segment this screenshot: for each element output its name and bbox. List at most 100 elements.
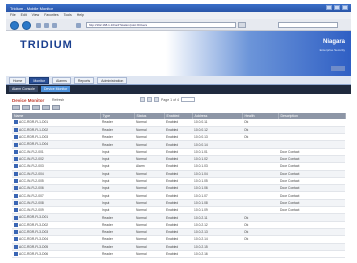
table-cell: ACC-RDR-FL3-D02: [12, 221, 100, 229]
table-cell: Enabled: [164, 119, 192, 127]
table-cell: Ok: [242, 119, 278, 127]
table-row[interactable]: ACC-RDR-FL3-D02 Reader Normal Enabled 10.0.2…: [12, 221, 345, 229]
sub-device-monitor[interactable]: Device Monitor: [40, 86, 71, 92]
table-cell: 10.0.1.07: [192, 191, 242, 200]
table-row[interactable]: ACC-RDR-FL1-D03 Reader Normal Enabled 10.0.0…: [12, 133, 345, 142]
table-row[interactable]: ACC-RDR-FL3-D01 Reader Normal Enabled 10.0.2…: [12, 213, 345, 222]
table-cell: 10.0.2.12: [192, 221, 242, 229]
table-row[interactable]: ACC-IN-FL2-009 Input Normal Enabled 10.0.1.0…: [12, 206, 345, 215]
menu-favorites[interactable]: Favorites: [44, 13, 58, 18]
device-name[interactable]: ACC-RDR-FL3-D03: [19, 230, 48, 234]
table-cell: Normal: [134, 199, 164, 208]
table-row[interactable]: ACC-IN-FL2-005 Input Normal Enabled 10.0.1.0…: [12, 177, 345, 186]
device-icon: [14, 244, 18, 249]
table-cell: Input: [100, 148, 134, 157]
page-title: Device Monitor: [12, 98, 45, 103]
minimize-icon[interactable]: [326, 5, 332, 10]
refresh-link[interactable]: Refresh: [52, 98, 64, 102]
go-button[interactable]: [238, 22, 246, 28]
device-name[interactable]: ACC-RDR-FL3-D06: [19, 252, 48, 256]
print-button[interactable]: [42, 105, 50, 110]
table-cell: Input: [100, 162, 134, 171]
table-cell: ACC-RDR-FL3-D04: [12, 235, 100, 244]
tab-home[interactable]: Home: [9, 77, 27, 84]
refresh-icon[interactable]: [36, 23, 41, 28]
close-icon[interactable]: [342, 5, 348, 10]
table-cell: 10.0.1.05: [192, 177, 242, 186]
table-cell: [242, 155, 278, 164]
device-name[interactable]: ACC-RDR-FL3-D04: [19, 237, 48, 241]
menu-help[interactable]: Help: [77, 13, 84, 18]
table-cell: Normal: [134, 213, 164, 222]
table-cell: Input: [100, 155, 134, 164]
table-row[interactable]: ACC-RDR-FL1-D04 Reader Normal Enabled 10.0.0…: [12, 140, 345, 149]
device-name[interactable]: ACC-IN-FL2-005: [19, 179, 44, 183]
table-cell: ACC-RDR-FL1-D03: [12, 133, 100, 142]
first-page-button[interactable]: [140, 97, 145, 102]
menu-tools[interactable]: Tools: [64, 13, 72, 18]
device-name[interactable]: ACC-IN-FL2-004: [19, 172, 44, 176]
address-bar[interactable]: http://192.168.1.10/ord?station:|slot:/D…: [86, 22, 236, 28]
back-icon[interactable]: [10, 21, 19, 30]
device-icon: [14, 222, 18, 227]
tab-alarms[interactable]: Alarms: [52, 77, 71, 84]
device-name[interactable]: ACC-IN-FL2-007: [19, 194, 44, 198]
home-icon[interactable]: [52, 23, 57, 28]
device-name[interactable]: ACC-IN-FL2-001: [19, 150, 44, 154]
device-name[interactable]: ACC-IN-FL2-006: [19, 186, 44, 190]
sub-alarm-console[interactable]: Alarm Console: [9, 86, 38, 92]
table-cell: Input: [100, 177, 134, 186]
table-cell: 10.0.1.08: [192, 199, 242, 208]
table-row[interactable]: ACC-IN-FL2-001 Input Normal Enabled 10.0.1.0…: [12, 148, 345, 157]
table-cell: 10.0.2.16: [192, 250, 242, 259]
table-row[interactable]: ACC-IN-FL2-008 Input Normal Enabled 10.0.1.0…: [12, 199, 345, 208]
table-cell: Normal: [134, 170, 164, 178]
table-row[interactable]: ACC-IN-FL2-002 Input Normal Enabled 10.0.1.0…: [12, 155, 345, 164]
table-row[interactable]: ACC-RDR-FL3-D04 Reader Normal Enabled 10.0.2…: [12, 235, 345, 244]
device-name[interactable]: ACC-IN-FL2-008: [19, 201, 44, 205]
table-cell: Normal: [134, 148, 164, 157]
table-cell: Enabled: [164, 235, 192, 244]
forward-icon[interactable]: [22, 21, 31, 30]
filter-button[interactable]: [12, 105, 20, 110]
table-row[interactable]: ACC-IN-FL2-003 Input Alarm Enabled 10.0.1.03…: [12, 162, 345, 171]
prev-page-button[interactable]: [147, 97, 152, 102]
stop-icon[interactable]: [44, 23, 49, 28]
table-row[interactable]: ACC-IN-FL2-006 Input Normal Enabled 10.0.1.0…: [12, 184, 345, 193]
maximize-icon[interactable]: [334, 5, 340, 10]
columns-button[interactable]: [52, 105, 60, 110]
sort-button[interactable]: [22, 105, 30, 110]
table-row[interactable]: ACC-RDR-FL1-D02 Reader Normal Enabled 10.0.0…: [12, 126, 345, 135]
menu-file[interactable]: File: [10, 13, 16, 18]
sub-navigation: Alarm Console Device Monitor: [6, 85, 351, 94]
table-row[interactable]: ACC-RDR-FL3-D05 Reader Normal Enabled 10.0.2…: [12, 243, 345, 251]
table-row[interactable]: ACC-IN-FL2-004 Input Normal Enabled 10.0.1.0…: [12, 170, 345, 178]
device-name[interactable]: ACC-IN-FL2-003: [19, 164, 44, 168]
table-row[interactable]: ACC-IN-FL2-007 Input Normal Enabled 10.0.1.0…: [12, 191, 345, 200]
search-input[interactable]: [278, 22, 338, 28]
device-name[interactable]: ACC-IN-FL2-002: [19, 157, 44, 161]
table-row[interactable]: ACC-RDR-FL3-D06 Reader Normal Enabled 10.0.2…: [12, 250, 345, 259]
device-icon: [14, 164, 18, 169]
device-name[interactable]: ACC-RDR-FL1-D02: [19, 128, 48, 132]
page-size-select[interactable]: [180, 97, 195, 102]
table-row[interactable]: ACC-RDR-FL1-D01 Reader Normal Enabled 10.0.0…: [12, 119, 345, 127]
device-name[interactable]: ACC-RDR-FL1-D04: [19, 142, 48, 146]
device-name[interactable]: ACC-RDR-FL3-D01: [19, 215, 48, 219]
tab-reports[interactable]: Reports: [73, 77, 95, 84]
device-name[interactable]: ACC-RDR-FL1-D01: [19, 120, 48, 124]
tab-monitor[interactable]: Monitor: [29, 77, 50, 84]
device-name[interactable]: ACC-IN-FL2-009: [19, 208, 44, 212]
device-name[interactable]: ACC-RDR-FL1-D03: [19, 135, 48, 139]
logout-button[interactable]: [331, 66, 345, 71]
table-row[interactable]: ACC-RDR-FL3-D03 Reader Normal Enabled 10.0.2…: [12, 228, 345, 237]
tab-administration[interactable]: Administration: [97, 77, 128, 84]
menu-edit[interactable]: Edit: [21, 13, 27, 18]
next-page-button[interactable]: [154, 97, 159, 102]
export-button[interactable]: [32, 105, 40, 110]
table-cell: 10.0.2.14: [192, 235, 242, 244]
menu-view[interactable]: View: [32, 13, 40, 18]
device-name[interactable]: ACC-RDR-FL3-D05: [19, 245, 48, 249]
device-name[interactable]: ACC-RDR-FL3-D02: [19, 223, 48, 227]
device-icon: [14, 252, 18, 257]
